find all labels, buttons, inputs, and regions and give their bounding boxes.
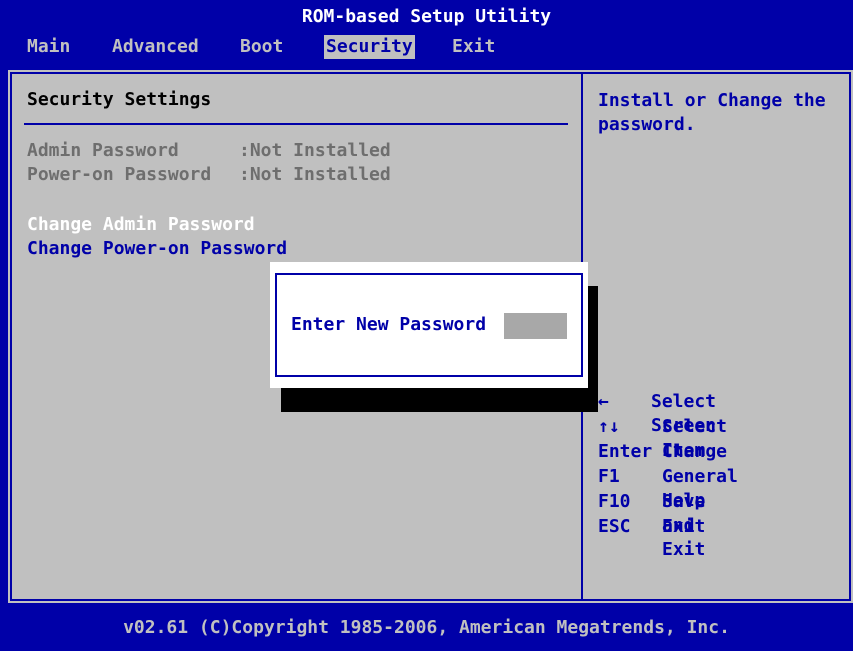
section-title: Security Settings <box>27 89 212 110</box>
dialog-shadow <box>281 388 598 412</box>
change-poweron-password-item[interactable]: Change Power-on Password <box>27 238 287 259</box>
admin-password-label: Admin Password <box>27 140 179 161</box>
tab-advanced[interactable]: Advanced <box>112 35 199 59</box>
key-name: F1 <box>598 466 620 487</box>
change-admin-password-item[interactable]: Change Admin Password <box>27 214 255 235</box>
title-bar: ROM-based Setup Utility <box>0 0 853 38</box>
tab-main[interactable]: Main <box>27 35 70 59</box>
key-action: Change <box>662 441 728 462</box>
up-down-arrow-icon: ↑↓ <box>598 416 620 437</box>
left-arrow-icon: ← <box>598 391 609 412</box>
footer-copyright: v02.61 (C)Copyright 1985-2006, American … <box>123 617 730 638</box>
tab-exit[interactable]: Exit <box>452 35 495 59</box>
dialog-prompt: Enter New Password <box>291 314 487 335</box>
admin-password-status: :Not Installed <box>239 140 391 161</box>
poweron-password-status: :Not Installed <box>239 164 391 185</box>
tab-boot[interactable]: Boot <box>240 35 283 59</box>
key-name: Enter <box>598 441 653 462</box>
key-action: Exit <box>662 516 706 537</box>
section-underline <box>24 123 568 125</box>
poweron-password-label: Power-on Password <box>27 164 212 185</box>
help-text: Install or Change the password. <box>598 90 826 135</box>
tab-security[interactable]: Security <box>324 35 415 59</box>
key-name: F10 <box>598 491 631 512</box>
key-name: ESC <box>598 516 631 537</box>
window-title: ROM-based Setup Utility <box>301 6 552 27</box>
new-password-input[interactable] <box>504 313 567 339</box>
